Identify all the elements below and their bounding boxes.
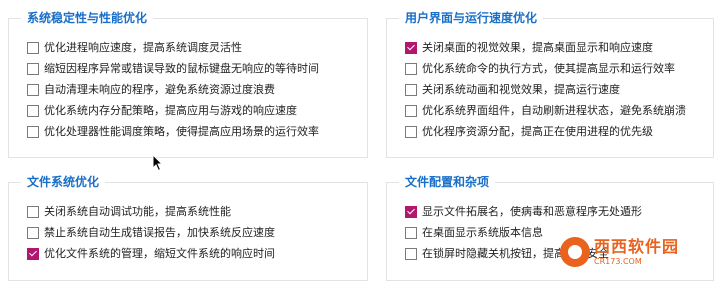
watermark-subtext: CR173.COM — [594, 256, 642, 266]
option-row[interactable]: 显示文件拓展名，使病毒和恶意程序无处遁形 — [405, 201, 713, 222]
option-label: 优化程序资源分配，提高正在使用进程的优先级 — [422, 125, 653, 138]
mouse-cursor-icon — [152, 154, 164, 172]
checkbox-unchecked[interactable] — [27, 41, 39, 54]
settings-panel: 系统稳定性与性能优化 优化进程响应速度，提高系统调度灵活性缩短因程序异常或错误导… — [0, 0, 714, 281]
option-row[interactable]: 优化程序资源分配，提高正在使用进程的优先级 — [405, 121, 713, 142]
option-row[interactable]: 优化系统内存分配策略，提高应用与游戏的响应速度 — [27, 100, 367, 121]
option-label: 优化进程响应速度，提高系统调度灵活性 — [44, 41, 242, 54]
option-label: 禁止系统自动生成错误报告，加快系统反应速度 — [44, 226, 275, 239]
checkbox-unchecked[interactable] — [405, 247, 417, 260]
checkbox-unchecked[interactable] — [27, 104, 39, 117]
checkbox-checked[interactable] — [405, 205, 417, 218]
checkbox-unchecked[interactable] — [27, 125, 39, 138]
checkbox-unchecked[interactable] — [27, 205, 39, 218]
option-label: 自动清理未响应的程序，避免系统资源过度浪费 — [44, 83, 275, 96]
group-title: 文件系统优化 — [21, 173, 106, 191]
option-row[interactable]: 优化系统界面组件，自动刷新进程状态，避免系统崩溃 — [405, 100, 713, 121]
option-label: 优化处理器性能调度策略，使得提高应用场景的运行效率 — [44, 125, 319, 138]
option-list: 关闭桌面的视觉效果，提高桌面显示和响应速度优化系统命令的执行方式，使其提高显示和… — [405, 37, 713, 142]
checkbox-checked[interactable] — [27, 247, 39, 260]
option-label: 关闭系统自动调试功能，提高系统性能 — [44, 205, 231, 218]
checkbox-unchecked[interactable] — [405, 62, 417, 75]
checkbox-unchecked[interactable] — [405, 104, 417, 117]
watermark-text: 西西软件园 — [594, 236, 680, 256]
group-title: 系统稳定性与性能优化 — [21, 9, 154, 27]
group-title: 用户界面与运行速度优化 — [399, 9, 544, 27]
option-row[interactable]: 优化处理器性能调度策略，使得提高应用场景的运行效率 — [27, 121, 367, 142]
checkbox-unchecked[interactable] — [27, 226, 39, 239]
group-stability-performance: 系统稳定性与性能优化 优化进程响应速度，提高系统调度灵活性缩短因程序异常或错误导… — [8, 9, 368, 158]
option-row[interactable]: 优化文件系统的管理，缩短文件系统的响应时间 — [27, 243, 367, 264]
option-row[interactable]: 关闭系统自动调试功能，提高系统性能 — [27, 201, 367, 222]
group-ui-speed: 用户界面与运行速度优化 关闭桌面的视觉效果，提高桌面显示和响应速度优化系统命令的… — [386, 9, 714, 158]
checkbox-unchecked[interactable] — [405, 83, 417, 96]
option-label: 缩短因程序异常或错误导致的鼠标键盘无响应的等待时间 — [44, 62, 319, 75]
option-label: 优化系统命令的执行方式，使其提高显示和运行效率 — [422, 62, 675, 75]
option-label: 优化文件系统的管理，缩短文件系统的响应时间 — [44, 247, 275, 260]
option-row[interactable]: 优化进程响应速度，提高系统调度灵活性 — [27, 37, 367, 58]
group-title: 文件配置和杂项 — [399, 173, 496, 191]
option-label: 在桌面显示系统版本信息 — [422, 226, 543, 239]
option-label: 优化系统界面组件，自动刷新进程状态，避免系统崩溃 — [422, 104, 686, 117]
option-row[interactable]: 关闭系统动画和视觉效果，提高运行速度 — [405, 79, 713, 100]
group-file-system: 文件系统优化 关闭系统自动调试功能，提高系统性能禁止系统自动生成错误报告，加快系… — [8, 173, 368, 281]
checkbox-unchecked[interactable] — [27, 83, 39, 96]
option-label: 显示文件拓展名，使病毒和恶意程序无处遁形 — [422, 205, 642, 218]
option-row[interactable]: 自动清理未响应的程序，避免系统资源过度浪费 — [27, 79, 367, 100]
checkbox-unchecked[interactable] — [405, 125, 417, 138]
option-row[interactable]: 禁止系统自动生成错误报告，加快系统反应速度 — [27, 222, 367, 243]
checkbox-checked[interactable] — [405, 41, 417, 54]
option-label: 优化系统内存分配策略，提高应用与游戏的响应速度 — [44, 104, 297, 117]
option-list: 关闭系统自动调试功能，提高系统性能禁止系统自动生成错误报告，加快系统反应速度 优化… — [27, 201, 367, 264]
option-list: 优化进程响应速度，提高系统调度灵活性缩短因程序异常或错误导致的鼠标键盘无响应的等… — [27, 37, 367, 142]
option-row[interactable]: 缩短因程序异常或错误导致的鼠标键盘无响应的等待时间 — [27, 58, 367, 79]
checkbox-unchecked[interactable] — [405, 226, 417, 239]
option-label: 关闭桌面的视觉效果，提高桌面显示和响应速度 — [422, 41, 653, 54]
watermark-logo: 西西软件园 CR173.COM — [560, 232, 690, 272]
option-label: 关闭系统动画和视觉效果，提高运行速度 — [422, 83, 620, 96]
checkbox-unchecked[interactable] — [27, 62, 39, 75]
option-row[interactable]: 优化系统命令的执行方式，使其提高显示和运行效率 — [405, 58, 713, 79]
watermark-icon — [560, 237, 590, 267]
option-row[interactable]: 关闭桌面的视觉效果，提高桌面显示和响应速度 — [405, 37, 713, 58]
